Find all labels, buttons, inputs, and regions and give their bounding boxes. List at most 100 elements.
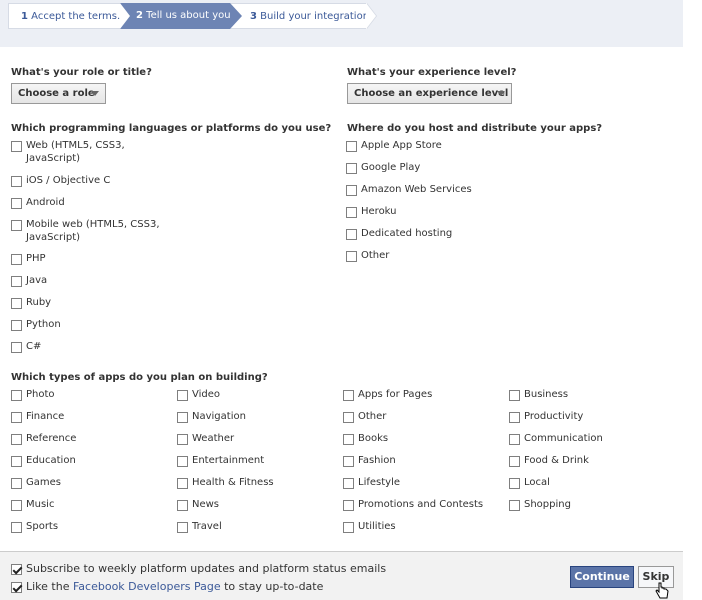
app-type-local-row[interactable]: Local — [509, 476, 550, 489]
app-type-health-fitness-checkbox[interactable] — [177, 478, 188, 489]
role-dropdown[interactable]: Choose a role — [11, 83, 106, 104]
app-type-business-row[interactable]: Business — [509, 388, 568, 401]
app-type-news-checkbox[interactable] — [177, 500, 188, 511]
app-type-utilities-row[interactable]: Utilities — [343, 520, 396, 533]
language-mobile-web-html5-css3-row[interactable]: Mobile web (HTML5, CSS3, JavaScript) — [11, 218, 160, 244]
hosting-amazon-web-services-row[interactable]: Amazon Web Services — [346, 183, 472, 196]
app-type-news-row[interactable]: News — [177, 498, 219, 511]
language-php-row[interactable]: PHP — [11, 252, 46, 265]
app-type-fashion-row[interactable]: Fashion — [343, 454, 396, 467]
step-build-integration[interactable]: 3 Build your integration. — [230, 3, 372, 29]
app-type-promotions-and-contests-checkbox[interactable] — [343, 500, 354, 511]
hosting-heroku-checkbox[interactable] — [346, 207, 357, 218]
app-type-promotions-and-contests-row[interactable]: Promotions and Contests — [343, 498, 483, 511]
app-type-reference-row[interactable]: Reference — [11, 432, 76, 445]
app-type-weather-checkbox[interactable] — [177, 434, 188, 445]
app-type-productivity-row[interactable]: Productivity — [509, 410, 583, 423]
hosting-apple-app-store-row[interactable]: Apple App Store — [346, 139, 442, 152]
hosting-heroku-row[interactable]: Heroku — [346, 205, 397, 218]
hosting-dedicated-hosting-row[interactable]: Dedicated hosting — [346, 227, 452, 240]
app-type-other-row[interactable]: Other — [343, 410, 386, 423]
language-python-label: Python — [26, 319, 61, 330]
hosting-apple-app-store-checkbox[interactable] — [346, 141, 357, 152]
app-type-music-row[interactable]: Music — [11, 498, 54, 511]
language-web-html5-css3-row[interactable]: Web (HTML5, CSS3, JavaScript) — [11, 139, 125, 165]
step-accept-terms[interactable]: 1 Accept the terms. — [8, 3, 120, 29]
hosting-google-play-checkbox[interactable] — [346, 163, 357, 174]
app-type-entertainment-row[interactable]: Entertainment — [177, 454, 264, 467]
language-ios-objective-c-row[interactable]: iOS / Objective C — [11, 174, 110, 187]
app-type-productivity-checkbox[interactable] — [509, 412, 520, 423]
app-type-health-fitness-row[interactable]: Health & Fitness — [177, 476, 274, 489]
app-type-games-checkbox[interactable] — [11, 478, 22, 489]
app-type-education-row[interactable]: Education — [11, 454, 76, 467]
app-type-communication-row[interactable]: Communication — [509, 432, 603, 445]
app-type-travel-checkbox[interactable] — [177, 522, 188, 533]
continue-button[interactable]: Continue — [570, 566, 634, 588]
app-type-navigation-row[interactable]: Navigation — [177, 410, 246, 423]
facebook-developers-page-link[interactable]: Facebook Developers Page — [73, 580, 221, 593]
app-type-apps-for-pages-checkbox[interactable] — [343, 390, 354, 401]
app-type-navigation-checkbox[interactable] — [177, 412, 188, 423]
hosting-other-row[interactable]: Other — [346, 249, 389, 262]
app-type-video-checkbox[interactable] — [177, 390, 188, 401]
app-type-books-checkbox[interactable] — [343, 434, 354, 445]
app-type-shopping-row[interactable]: Shopping — [509, 498, 571, 511]
app-type-utilities-checkbox[interactable] — [343, 522, 354, 533]
language-python-row[interactable]: Python — [11, 318, 61, 331]
language-c-row[interactable]: C# — [11, 340, 41, 353]
app-type-apps-for-pages-row[interactable]: Apps for Pages — [343, 388, 432, 401]
app-type-local-checkbox[interactable] — [509, 478, 520, 489]
experience-dropdown[interactable]: Choose an experience level — [347, 83, 512, 104]
language-java-checkbox[interactable] — [11, 276, 22, 287]
hosting-amazon-web-services-checkbox[interactable] — [346, 185, 357, 196]
app-type-lifestyle-checkbox[interactable] — [343, 478, 354, 489]
app-type-fashion-checkbox[interactable] — [343, 456, 354, 467]
hosting-google-play-row[interactable]: Google Play — [346, 161, 420, 174]
hosting-google-play-label: Google Play — [361, 162, 421, 173]
language-android-checkbox[interactable] — [11, 198, 22, 209]
hosting-dedicated-hosting-checkbox[interactable] — [346, 229, 357, 240]
app-type-communication-label: Communication — [524, 433, 603, 444]
language-mobile-web-html5-css3-checkbox[interactable] — [11, 220, 22, 231]
language-c-checkbox[interactable] — [11, 342, 22, 353]
language-ios-objective-c-checkbox[interactable] — [11, 176, 22, 187]
app-type-music-checkbox[interactable] — [11, 500, 22, 511]
subscribe-checkbox[interactable] — [11, 564, 22, 575]
app-type-games-row[interactable]: Games — [11, 476, 61, 489]
app-type-finance-row[interactable]: Finance — [11, 410, 64, 423]
language-java-label: Java — [26, 275, 48, 286]
app-type-travel-row[interactable]: Travel — [177, 520, 222, 533]
app-type-sports-row[interactable]: Sports — [11, 520, 58, 533]
app-type-photo-label: Photo — [26, 389, 55, 400]
app-type-food-drink-row[interactable]: Food & Drink — [509, 454, 589, 467]
language-ruby-row[interactable]: Ruby — [11, 296, 51, 309]
language-android-row[interactable]: Android — [11, 196, 65, 209]
app-type-weather-row[interactable]: Weather — [177, 432, 234, 445]
language-php-checkbox[interactable] — [11, 254, 22, 265]
language-java-row[interactable]: Java — [11, 274, 47, 287]
app-type-photo-row[interactable]: Photo — [11, 388, 55, 401]
step-tell-us-about-you[interactable]: 2 Tell us about you. — [120, 3, 234, 29]
app-type-photo-checkbox[interactable] — [11, 390, 22, 401]
app-type-shopping-checkbox[interactable] — [509, 500, 520, 511]
language-python-checkbox[interactable] — [11, 320, 22, 331]
app-type-entertainment-checkbox[interactable] — [177, 456, 188, 467]
app-type-reference-checkbox[interactable] — [11, 434, 22, 445]
app-type-lifestyle-row[interactable]: Lifestyle — [343, 476, 400, 489]
like-checkbox-row[interactable]: Like the Facebook Developers Page to sta… — [11, 580, 323, 593]
language-web-html5-css3-checkbox[interactable] — [11, 141, 22, 152]
app-type-video-row[interactable]: Video — [177, 388, 220, 401]
app-type-books-row[interactable]: Books — [343, 432, 388, 445]
app-type-other-checkbox[interactable] — [343, 412, 354, 423]
app-type-business-checkbox[interactable] — [509, 390, 520, 401]
subscribe-checkbox-row[interactable]: Subscribe to weekly platform updates and… — [11, 562, 386, 575]
hosting-other-checkbox[interactable] — [346, 251, 357, 262]
like-checkbox[interactable] — [11, 582, 22, 593]
app-type-communication-checkbox[interactable] — [509, 434, 520, 445]
app-type-food-drink-checkbox[interactable] — [509, 456, 520, 467]
app-type-education-checkbox[interactable] — [11, 456, 22, 467]
app-type-sports-checkbox[interactable] — [11, 522, 22, 533]
language-ruby-checkbox[interactable] — [11, 298, 22, 309]
app-type-finance-checkbox[interactable] — [11, 412, 22, 423]
